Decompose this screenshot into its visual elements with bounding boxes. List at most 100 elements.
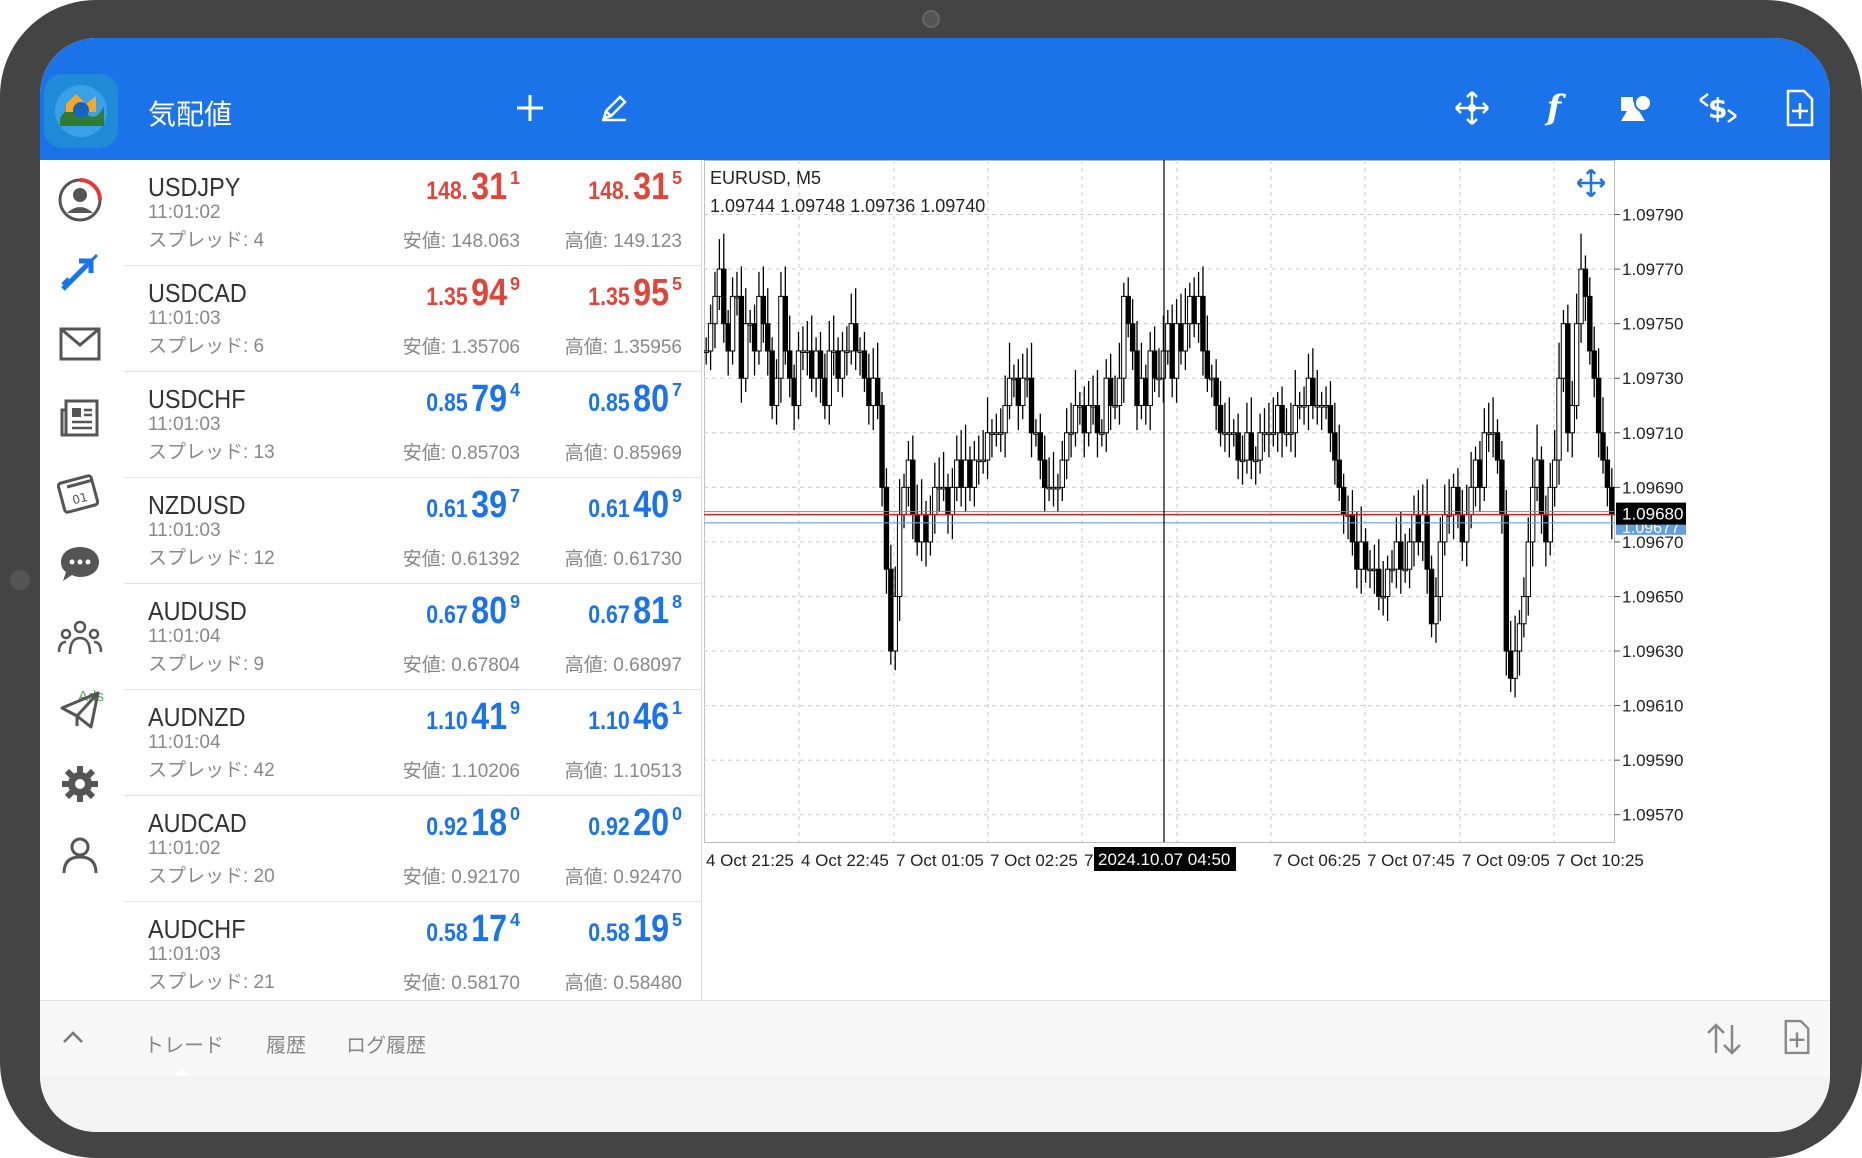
candle-body (1543, 514, 1549, 543)
settings-icon[interactable] (52, 756, 108, 812)
candle-body (765, 323, 771, 352)
price-axis-label: 1.09710 (1622, 424, 1683, 443)
chevron-up-icon[interactable] (60, 1027, 86, 1052)
ask-point: 8 (671, 592, 682, 612)
price-axis-label: 1.09730 (1622, 369, 1683, 388)
chart-svg[interactable]: 1.09790 1.09770 1.09750 1.09730 1.09710 1.096… (703, 160, 1830, 1000)
candle-body (1534, 459, 1540, 488)
quote-row[interactable]: USDJPY 11:01:02 スプレッド: 4 148.31 1 148.31 5 安値: … (124, 160, 702, 266)
candle-body (1411, 514, 1417, 543)
candle-body (1046, 486, 1052, 490)
candle-body (1059, 459, 1065, 488)
candle-body (1178, 323, 1184, 352)
chart-move-icon[interactable] (1576, 168, 1606, 203)
candle-body (1020, 377, 1026, 407)
top-bar: 気配値 f $ (40, 38, 1830, 160)
quote-low: 安値: 0.67804 (402, 655, 520, 676)
time-axis-label: 7 Oct 02:25 (990, 851, 1078, 870)
candle-body (1362, 541, 1369, 570)
candle-body (826, 350, 832, 407)
quote-spread: スプレッド: 13 (148, 442, 275, 463)
candle-body (927, 514, 934, 543)
candle-body (1121, 295, 1127, 379)
candle-body (1371, 568, 1378, 572)
candle-body (1604, 459, 1611, 488)
candle-body (1094, 405, 1101, 434)
candle-body (830, 350, 837, 353)
candle-body (1283, 432, 1290, 435)
candle-body (1112, 405, 1118, 408)
candle-body (1301, 405, 1307, 408)
news-icon[interactable] (52, 390, 108, 446)
candle-body (1609, 486, 1615, 516)
chat-icon[interactable] (52, 536, 108, 592)
candle-body (940, 486, 947, 490)
quote-low: 安値: 0.58170 (402, 973, 520, 994)
candle-body (1376, 568, 1382, 597)
quote-row[interactable]: AUDCAD 11:01:02 スプレッド: 20 0.9218 0 0.9220 0 安値:… (124, 796, 702, 902)
quote-row[interactable]: AUDNZD 11:01:04 スプレッド: 42 1.1041 9 1.1046 1 安値:… (124, 690, 702, 796)
bid-prefix: 0.92 (426, 813, 468, 841)
candle-body (1428, 568, 1435, 625)
trade-icon[interactable]: $ (1698, 88, 1738, 128)
function-icon[interactable]: f (1534, 88, 1574, 128)
candle-body (1573, 323, 1580, 407)
candle-body (1468, 486, 1474, 516)
community-icon[interactable] (52, 610, 108, 666)
ask-prefix: 0.92 (588, 813, 630, 841)
candle-body (1494, 432, 1501, 461)
candle-body (932, 486, 938, 516)
sort-icon[interactable] (1704, 1021, 1744, 1062)
mail-icon[interactable] (52, 316, 108, 372)
new-order-icon[interactable] (1782, 1019, 1812, 1060)
candle-body (1349, 514, 1356, 543)
quote-row[interactable]: AUDCHF 11:01:03 スプレッド: 21 0.5817 4 0.5819 5 安値:… (124, 902, 702, 1008)
candle-body (1090, 405, 1096, 408)
signals-icon[interactable] (52, 826, 108, 882)
candle-body (918, 514, 925, 543)
bid-pips: 94 (470, 272, 507, 314)
candle-body (1107, 377, 1114, 407)
tab-journal[interactable]: ログ履歴 (346, 1029, 426, 1058)
app-logo[interactable] (44, 74, 118, 148)
price-axis-label: 1.09610 (1622, 697, 1683, 716)
trade-arrows-icon[interactable] (52, 244, 108, 300)
time-axis-label: 4 Oct 22:45 (801, 851, 889, 870)
ask-pips: 31 (632, 166, 669, 208)
candle-body (751, 323, 758, 352)
chart-symbol-timeframe: EURUSD, M5 (710, 168, 822, 188)
candle-body (773, 377, 780, 407)
crosshair-move-icon[interactable] (1452, 88, 1492, 128)
candle-body (1081, 405, 1087, 434)
app-screen: 気配値 f $ 01 Ads USDJPY 11:01:02 スプレッド: 4 … (40, 38, 1830, 1132)
ask-price: 0.8580 7 (581, 378, 682, 421)
candle-body (1433, 595, 1439, 625)
candle-body (1354, 541, 1360, 570)
telegram-icon[interactable] (52, 682, 108, 738)
new-file-icon[interactable] (1780, 88, 1820, 128)
objects-icon[interactable] (1616, 88, 1656, 128)
candle-body (1556, 377, 1562, 461)
quote-row[interactable]: USDCAD 11:01:03 スプレッド: 6 1.3594 9 1.3595 5 安値: … (124, 266, 702, 372)
ads-calendar-icon[interactable]: 01 (52, 466, 108, 522)
candle-body (1244, 432, 1250, 461)
candle-body (852, 323, 859, 352)
tab-trade[interactable]: トレード (144, 1029, 224, 1058)
candle-body (1367, 568, 1373, 572)
candle-body (857, 350, 863, 353)
quote-row[interactable]: AUDUSD 11:01:04 スプレッド: 9 0.6780 9 0.6781 8 安値: … (124, 584, 702, 690)
candle-body (1481, 432, 1488, 488)
quote-time: 11:01:03 (148, 520, 221, 541)
tab-history[interactable]: 履歴 (266, 1029, 306, 1058)
chart-area[interactable]: 1.09790 1.09770 1.09750 1.09730 1.09710 1.096… (703, 160, 1830, 1000)
candle-body (809, 350, 815, 379)
candle-body (1006, 377, 1013, 407)
add-icon[interactable] (510, 88, 550, 128)
candle-body (1292, 405, 1298, 434)
candle-body (945, 486, 951, 516)
edit-icon[interactable] (594, 88, 634, 128)
account-icon[interactable] (52, 172, 108, 228)
quote-row[interactable]: NZDUSD 11:01:03 スプレッド: 12 0.6139 7 0.6140 9 安値:… (124, 478, 702, 584)
quote-row[interactable]: USDCHF 11:01:03 スプレッド: 13 0.8579 4 0.8580 7 安値:… (124, 372, 702, 478)
ask-price: 0.6781 8 (581, 590, 682, 633)
